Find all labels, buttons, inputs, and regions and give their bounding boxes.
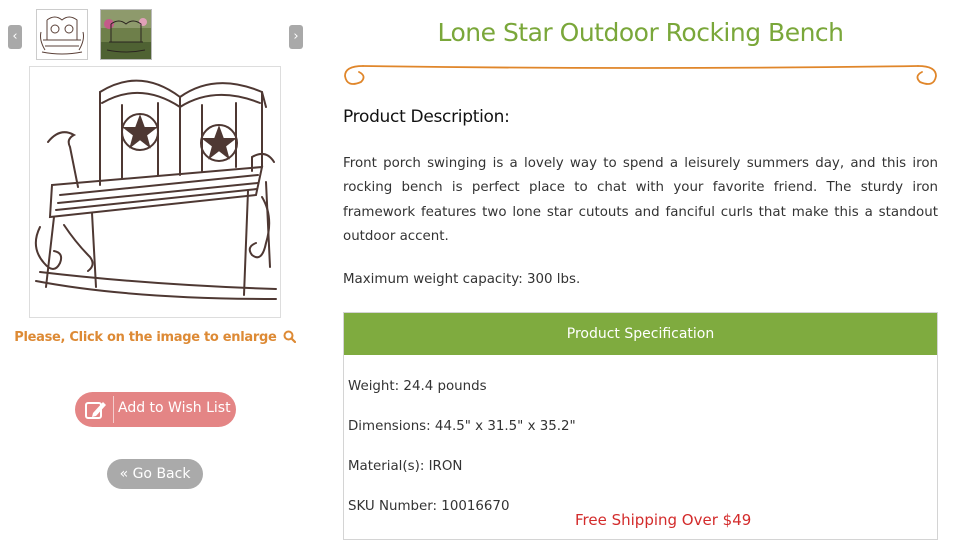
spec-sku: SKU Number: 10016670 (348, 499, 510, 514)
max-weight-capacity: Maximum weight capacity: 300 lbs. (343, 272, 581, 287)
specification-header: Product Specification (344, 313, 937, 355)
chevron-left-icon: ‹ (12, 29, 18, 44)
add-to-wishlist-button[interactable]: Add to Wish List (75, 392, 236, 427)
spec-dimensions: Dimensions: 44.5" x 31.5" x 35.2" (348, 419, 576, 434)
go-back-button[interactable]: « Go Back (107, 459, 203, 489)
enlarge-hint: Please, Click on the image to enlarge (0, 330, 310, 347)
specification-panel: Product Specification Weight: 24.4 pound… (343, 312, 938, 540)
product-description: Front porch swinging is a lovely way to … (343, 156, 938, 245)
thumbnail-1[interactable] (36, 9, 88, 60)
chevron-right-icon: › (293, 29, 299, 44)
wishlist-button-label: Add to Wish List (118, 400, 231, 416)
product-title: Lone Star Outdoor Rocking Bench (437, 18, 844, 47)
title-flourish-divider (344, 65, 937, 85)
gallery-next-button[interactable]: › (289, 25, 303, 49)
free-shipping-notice: Free Shipping Over $49 (575, 511, 752, 529)
spec-material: Material(s): IRON (348, 459, 463, 474)
bench-thumbnail-image (40, 16, 84, 55)
spec-weight: Weight: 24.4 pounds (348, 379, 487, 394)
thumbnail-2[interactable] (100, 9, 152, 60)
go-back-label: « Go Back (119, 466, 191, 482)
rocking-bench-image (34, 79, 277, 300)
description-heading: Product Description: (343, 107, 510, 127)
bench-garden-thumbnail-image (101, 10, 151, 59)
wishlist-button-divider (113, 396, 114, 423)
edit-icon (84, 398, 108, 422)
gallery-prev-button[interactable]: ‹ (8, 25, 22, 49)
search-icon (283, 330, 296, 347)
product-main-image[interactable] (29, 66, 281, 318)
enlarge-hint-text: Please, Click on the image to enlarge (14, 330, 277, 345)
